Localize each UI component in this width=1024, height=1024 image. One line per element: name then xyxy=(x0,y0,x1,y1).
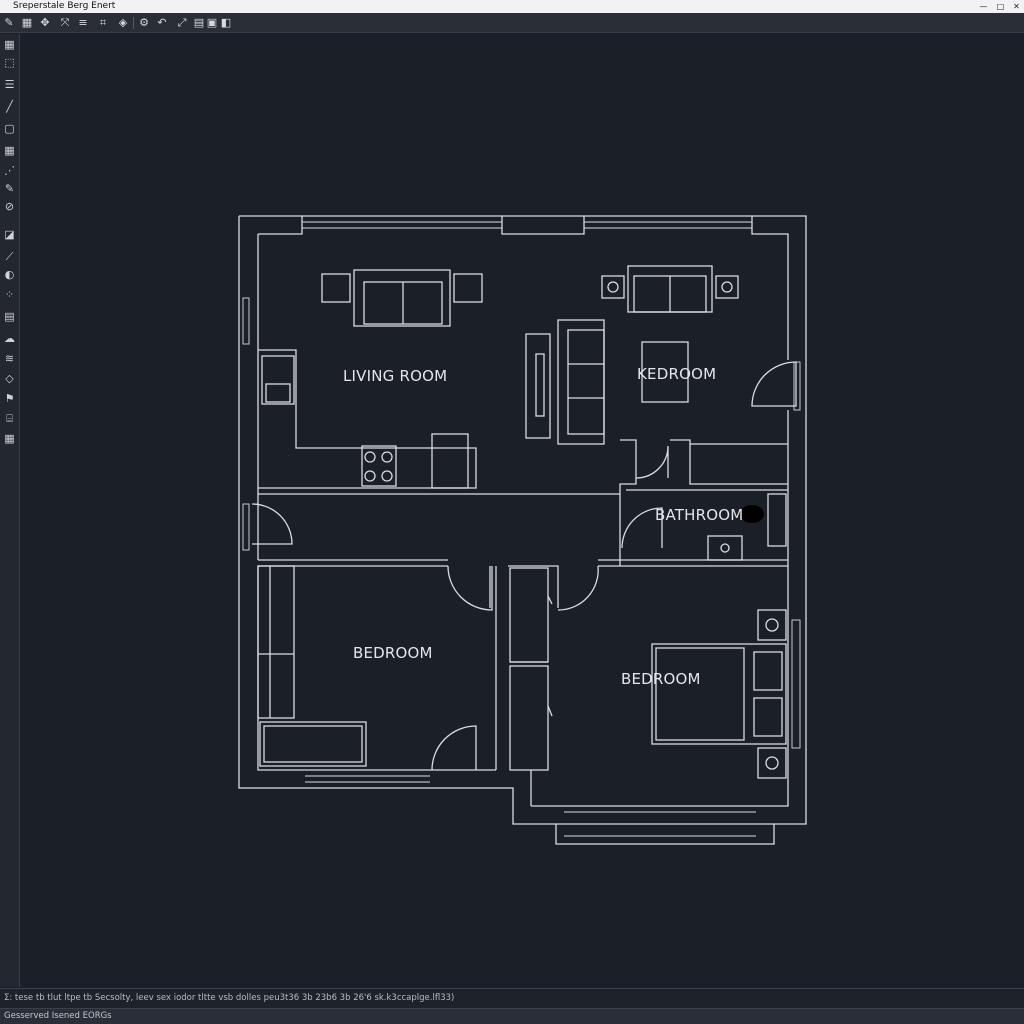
status-text: Gesserved Isened EORGs xyxy=(4,1011,112,1021)
tool-icon-19[interactable]: ⌸ xyxy=(1,410,18,428)
tool-icon-12[interactable]: ◐ xyxy=(1,266,18,284)
tool-icon-16[interactable]: ≋ xyxy=(1,350,18,368)
tool-icon-8[interactable]: ✎ xyxy=(1,180,18,198)
bathroom-fixtures xyxy=(707,493,787,561)
room-label-kedroom: KEDROOM xyxy=(637,365,717,383)
tool-icon-18[interactable]: ⚑ xyxy=(1,390,18,408)
tool-icon-11[interactable]: ⟋ xyxy=(1,248,18,266)
tool-icon-4[interactable]: ╱ xyxy=(1,98,18,116)
tool-icon-15[interactable]: ☁ xyxy=(1,330,18,348)
title-bar: Sreperstale Berg Enert — □ ✕ xyxy=(0,0,1024,13)
undo-icon[interactable]: ↶ xyxy=(155,16,169,30)
close-button[interactable]: ✕ xyxy=(1012,2,1021,11)
dimension-icon[interactable]: ⤢ xyxy=(175,16,189,30)
room-label-bathroom: BATHROOM xyxy=(655,506,744,524)
print-icon[interactable]: ▤ xyxy=(192,16,206,30)
tool-icon-13[interactable]: ⁘ xyxy=(1,286,18,304)
room-label-bedroom-left: BEDROOM xyxy=(353,644,433,662)
status-bar: Gesserved Isened EORGs xyxy=(0,1008,1024,1024)
tool-icon-1[interactable]: ▦ xyxy=(1,36,18,54)
tool-icon-6[interactable]: ▦ xyxy=(1,142,18,160)
room-label-bedroom-right: BEDROOM xyxy=(621,670,701,688)
bedroom-left-furniture xyxy=(257,565,367,767)
floor-plan xyxy=(238,215,807,845)
snap-icon[interactable]: ◈ xyxy=(116,16,130,30)
pencil-icon[interactable]: ✎ xyxy=(2,16,16,30)
tool-icon-9[interactable]: ⊘ xyxy=(1,198,18,216)
window-icon[interactable]: ◧ xyxy=(219,16,233,30)
toolbar-separator xyxy=(133,17,134,29)
tool-icon-17[interactable]: ◇ xyxy=(1,370,18,388)
layers-icon[interactable]: ≡ xyxy=(76,16,90,30)
room-label-living-room: LIVING ROOM xyxy=(343,367,448,385)
tool-icon-2[interactable]: ⬚ xyxy=(1,54,18,72)
node-icon[interactable]: ⚙ xyxy=(137,16,151,30)
maximize-button[interactable]: □ xyxy=(996,2,1005,11)
move-icon[interactable]: ⤧ xyxy=(58,16,72,30)
command-line-text: Σ: tese tb tlut ltpe tb Secsolty, leev s… xyxy=(4,993,455,1003)
tool-icon-3[interactable]: ☰ xyxy=(1,76,18,94)
stamp-icon[interactable]: ⌗ xyxy=(96,16,110,30)
window-title: Sreperstale Berg Enert xyxy=(13,1,116,11)
command-line[interactable]: Σ: tese tb tlut ltpe tb Secsolty, leev s… xyxy=(0,988,1024,1008)
tool-icon-14[interactable]: ▤ xyxy=(1,308,18,326)
outer-walls xyxy=(238,215,807,845)
tool-icon-7[interactable]: ⋰ xyxy=(1,162,18,180)
grid-icon[interactable]: ▦ xyxy=(20,16,34,30)
top-toolbar: ✎ ▦ ✥ ⤧ ≡ ⌗ ◈ ⚙ ↶ ⤢ ▤ ▣ ◧ xyxy=(0,13,1024,33)
tool-icon-5[interactable]: ▢ xyxy=(1,120,18,138)
minimize-button[interactable]: — xyxy=(979,2,988,11)
drawing-canvas[interactable]: LIVING ROOM KEDROOM BATHROOM BEDROOM BED… xyxy=(21,34,1024,987)
tool-icon-10[interactable]: ◪ xyxy=(1,226,18,244)
tool-icon-20[interactable]: ▦ xyxy=(1,430,18,448)
pan-icon[interactable]: ✥ xyxy=(38,16,52,30)
left-toolbar: ▦ ⬚ ☰ ╱ ▢ ▦ ⋰ ✎ ⊘ ◪ ⟋ ◐ ⁘ ▤ ☁ ≋ ◇ ⚑ ⌸ ▦ xyxy=(0,34,20,987)
block-icon[interactable]: ▣ xyxy=(205,16,219,30)
